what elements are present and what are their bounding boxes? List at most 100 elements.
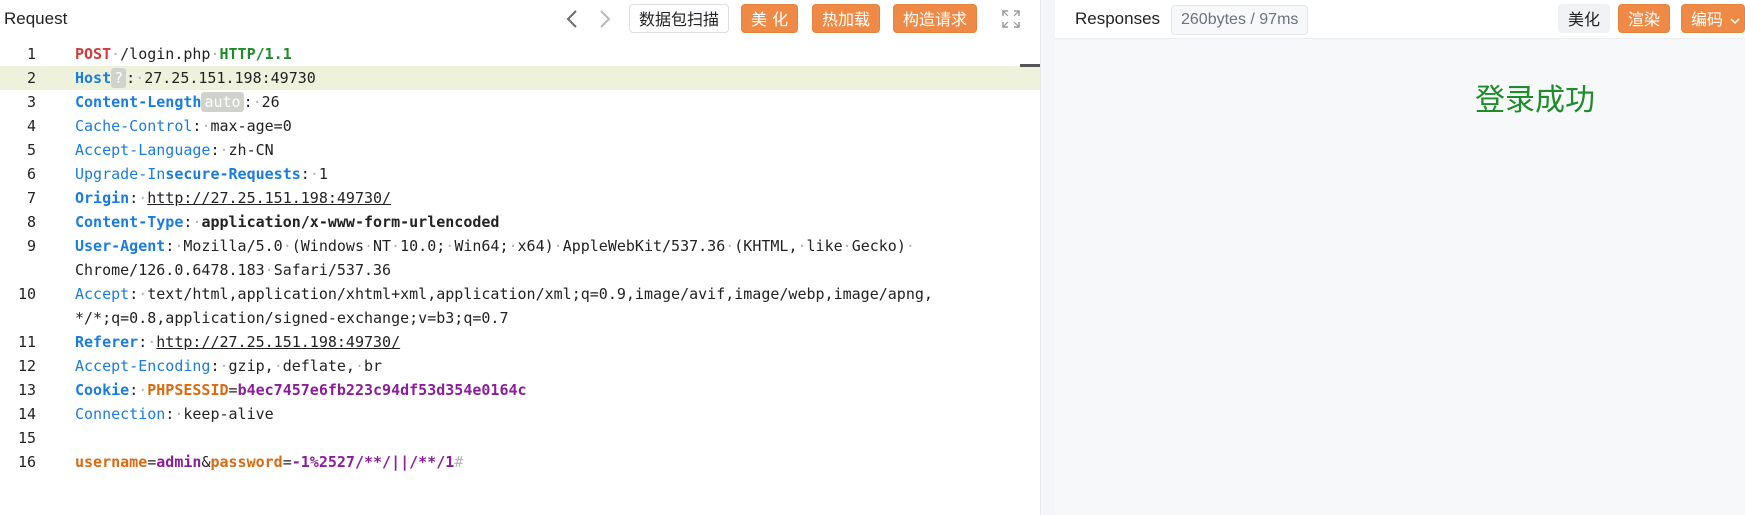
code-token: :	[129, 285, 139, 303]
code-token: :	[165, 237, 175, 255]
code-token: (KHTML,	[734, 237, 798, 255]
request-editor[interactable]: 1 POST·/login.php·HTTP/1.1 2 Host?:·27.25.1…	[0, 42, 1040, 474]
pane-splitter[interactable]	[1040, 0, 1055, 515]
code-token: ·	[364, 237, 374, 255]
code-token: Referer	[75, 333, 139, 351]
code-token: HTTP/1.1	[219, 45, 292, 63]
code-token: User-Agent	[75, 237, 166, 255]
render-button[interactable]: 渲染	[1618, 4, 1671, 33]
code-token: ·	[445, 237, 455, 255]
line-number: 13	[17, 381, 36, 399]
code-line[interactable]: 4 Cache-Control:·max-age=0	[0, 114, 1040, 138]
code-token: :	[126, 69, 136, 87]
encode-label: 编码	[1691, 10, 1724, 29]
line-number: 3	[26, 93, 36, 111]
code-token: 10.0;	[400, 237, 446, 255]
code-token: :	[138, 333, 148, 351]
packet-scan-button[interactable]: 数据包扫描	[629, 4, 730, 33]
code-token: x64)	[517, 237, 554, 255]
code-token: text/html,application/xhtml+xml,applicat…	[147, 285, 933, 303]
code-line[interactable]: 8 Content-Type:·application/x-www-form-ur…	[0, 210, 1040, 234]
line-content: Accept-Encoding:·gzip,·deflate,·br	[75, 354, 382, 378]
back-arrow-icon[interactable]	[560, 6, 584, 32]
http-editor: Request 数据包扫描 美 化 热加载 构造请求 1 POST·/login.…	[0, 0, 1745, 515]
code-token: 26	[261, 93, 280, 111]
encode-dropdown[interactable]: 编码	[1681, 4, 1745, 33]
line-number: 7	[26, 189, 36, 207]
code-token: keep-alive	[183, 405, 274, 423]
code-token: PHPSESSID	[147, 381, 229, 399]
code-token: ·	[391, 237, 401, 255]
code-token: Cache-Control	[75, 117, 193, 135]
code-line[interactable]: 11 Referer:·http://27.25.151.198:49730/	[0, 330, 1040, 354]
beautify-request-button[interactable]: 美 化	[741, 4, 799, 33]
header-hint-chip[interactable]: auto	[201, 92, 244, 112]
code-token: gzip,	[228, 357, 274, 375]
code-line[interactable]: 7 Origin:·http://27.25.151.198:49730/	[0, 186, 1040, 210]
code-token: br	[364, 357, 383, 375]
line-number: 12	[17, 357, 36, 375]
code-token: POST	[75, 45, 112, 63]
line-number: 6	[26, 165, 36, 183]
code-token: Host	[75, 69, 112, 87]
code-token: http://27.25.151.198:49730/	[156, 333, 401, 351]
code-token: ·	[111, 45, 121, 63]
editor-scroll-marker	[1020, 64, 1040, 67]
code-line[interactable]: 9 User-Agent:·Mozilla/5.0·(Windows·NT·10.…	[0, 234, 1040, 258]
code-token: ·	[219, 141, 229, 159]
line-content: Connection:·keep-alive	[75, 402, 274, 426]
line-content: Host?:·27.25.151.198:49730	[75, 66, 316, 90]
code-token: ·	[264, 261, 274, 279]
code-token: b4ec7457e6fb223c94df53d354e0164c	[237, 381, 527, 399]
header-hint-chip[interactable]: ?	[111, 68, 127, 88]
code-token: 1	[318, 165, 328, 183]
code-line[interactable]: 12 Accept-Encoding:·gzip,·deflate,·br	[0, 354, 1040, 378]
code-token: Content-Type	[75, 213, 184, 231]
code-token: Chrome/126.0.6478.183	[75, 261, 265, 279]
code-token: ·	[210, 45, 220, 63]
line-content: */*;q=0.8,application/signed-exchange;v=…	[75, 306, 508, 330]
code-token: Accept	[75, 285, 130, 303]
response-stats-badge: 260bytes / 97ms	[1171, 5, 1309, 35]
code-token: ·	[354, 357, 364, 375]
line-number: 11	[17, 333, 36, 351]
code-token: ·	[797, 237, 807, 255]
code-token: ·	[138, 381, 148, 399]
code-token: */*;q=0.8,application/signed-exchange;v=…	[75, 309, 509, 327]
code-line[interactable]: 15	[0, 426, 1040, 450]
code-token: ·	[252, 93, 262, 111]
code-line-continuation[interactable]: */*;q=0.8,application/signed-exchange;v=…	[0, 306, 1040, 330]
line-content: Upgrade-Insecure-Requests:·1	[75, 162, 328, 186]
code-line[interactable]: 14 Connection:·keep-alive	[0, 402, 1040, 426]
line-content: POST·/login.php·HTTP/1.1	[75, 42, 292, 66]
code-token: Accept-Language	[75, 141, 211, 159]
code-line[interactable]: 1 POST·/login.php·HTTP/1.1	[0, 42, 1040, 66]
line-number: 2	[26, 69, 36, 87]
forward-arrow-icon[interactable]	[593, 6, 617, 32]
code-line[interactable]: 5 Accept-Language:·zh-CN	[0, 138, 1040, 162]
line-number: 16	[17, 453, 36, 471]
line-number: 1	[26, 45, 36, 63]
code-token: ·	[138, 285, 148, 303]
code-token: AppleWebKit/537.36	[562, 237, 726, 255]
code-line[interactable]: 2 Host?:·27.25.151.198:49730	[0, 66, 1040, 90]
line-number: 5	[26, 141, 36, 159]
code-token: username	[75, 453, 148, 471]
code-token: (Windows	[291, 237, 364, 255]
code-line-continuation[interactable]: Chrome/126.0.6478.183·Safari/537.36	[0, 258, 1040, 282]
code-line[interactable]: 13 Cookie:·PHPSESSID=b4ec7457e6fb223c94df…	[0, 378, 1040, 402]
code-token: deflate,	[282, 357, 355, 375]
code-line[interactable]: 3 Content-Length auto:·26	[0, 90, 1040, 114]
request-title: Request	[4, 9, 68, 28]
build-request-button[interactable]: 构造请求	[893, 4, 978, 33]
code-line[interactable]: 16 username=admin&password=-1%2527/**/||/…	[0, 450, 1040, 474]
code-line[interactable]: 6 Upgrade-Insecure-Requests:·1	[0, 162, 1040, 186]
code-token: ·	[147, 333, 157, 351]
code-line[interactable]: 10 Accept:·text/html,application/xhtml+xm…	[0, 282, 1040, 306]
hot-reload-button[interactable]: 热加载	[812, 4, 881, 33]
code-token: :	[129, 381, 139, 399]
fullscreen-icon[interactable]	[1001, 9, 1021, 29]
code-token: Upgrade-In	[75, 165, 166, 183]
code-token: NT	[373, 237, 392, 255]
beautify-response-button[interactable]: 美化	[1558, 4, 1611, 33]
